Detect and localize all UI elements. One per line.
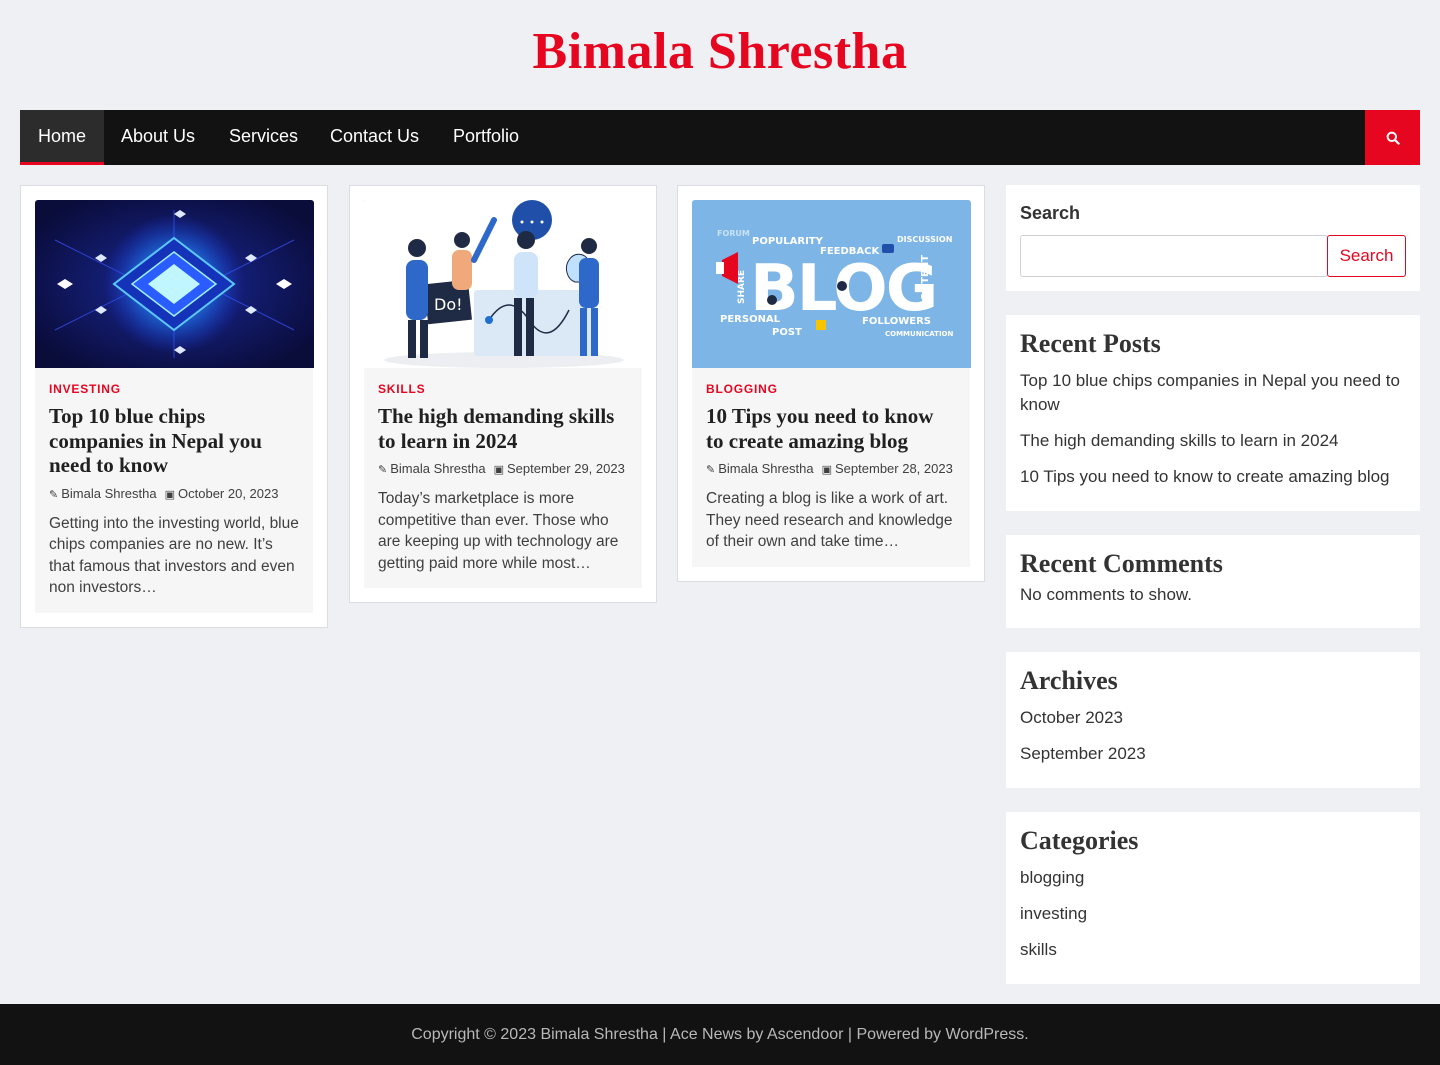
post-title[interactable]: Top 10 blue chips companies in Nepal you…: [49, 404, 299, 478]
nav-item-services[interactable]: Services: [211, 110, 316, 165]
search-icon: [1386, 131, 1400, 145]
edit-icon: ✎: [378, 464, 388, 476]
nav-item-about-us[interactable]: About Us: [103, 110, 213, 165]
word-followers: FOLLOWERS: [862, 316, 931, 327]
post-meta: ✎ Bimala Shrestha ▣ October 20, 2023: [49, 486, 299, 501]
word-share: SHARE: [737, 270, 747, 304]
calendar-icon: ▣: [164, 488, 176, 501]
recent-posts-widget: Recent Posts Top 10 blue chips companies…: [1006, 315, 1420, 511]
nav-item-portfolio[interactable]: Portfolio: [435, 110, 537, 165]
nav-search-button[interactable]: [1365, 110, 1420, 165]
footer-separator: |: [843, 1026, 857, 1043]
main-navigation: Home About Us Services Contact Us Portfo…: [20, 110, 1420, 165]
word-communication: COMMUNICATION: [885, 330, 954, 338]
archive-link[interactable]: October 2023: [1020, 706, 1406, 730]
site-footer: Copyright © 2023 Bimala Shrestha | Ace N…: [0, 1004, 1440, 1065]
post-excerpt: Today’s marketplace is more competitive …: [378, 490, 619, 572]
post-date[interactable]: September 29, 2023: [507, 461, 625, 476]
footer-period: .: [1024, 1026, 1029, 1043]
word-forum: FORUM: [717, 229, 750, 238]
footer-copyright: Copyright © 2023 Bimala Shrestha: [411, 1026, 658, 1043]
word-personal: PERSONAL: [720, 314, 781, 325]
post-date[interactable]: October 20, 2023: [178, 486, 278, 501]
category-link[interactable]: skills: [1020, 938, 1406, 962]
calendar-icon: ▣: [493, 464, 505, 476]
nav-item-home[interactable]: Home: [20, 110, 105, 165]
post-author[interactable]: Bimala Shrestha: [61, 486, 156, 501]
archives-heading: Archives: [1020, 666, 1118, 695]
footer-author-link[interactable]: Ascendoor: [767, 1026, 844, 1043]
post-author[interactable]: Bimala Shrestha: [390, 461, 485, 476]
post-card: Do! SKILLS The high demanding skills to …: [349, 185, 657, 603]
post-title[interactable]: 10 Tips you need to know to create amazi…: [706, 404, 956, 453]
word-popularity: POPULARITY: [752, 236, 824, 247]
post-thumbnail-chip[interactable]: [35, 200, 314, 368]
word-post: POST: [772, 327, 802, 338]
post-meta: ✎ Bimala Shrestha ▣ September 28, 2023: [706, 461, 956, 476]
post-card: POPULARITY FEEDBACK DISCUSSION FORUM BLO…: [677, 185, 985, 582]
post-meta: ✎ Bimala Shrestha ▣ September 29, 2023: [378, 461, 628, 476]
recent-posts-heading: Recent Posts: [1020, 329, 1161, 358]
post-author[interactable]: Bimala Shrestha: [718, 461, 813, 476]
archives-widget: Archives October 2023 September 2023: [1006, 652, 1420, 788]
search-widget: Search Search: [1006, 185, 1420, 291]
post-excerpt: Creating a blog is like a work of art. T…: [706, 490, 953, 550]
categories-heading: Categories: [1020, 826, 1139, 855]
word-discussion: DISCUSSION: [897, 235, 952, 244]
edit-icon: ✎: [706, 464, 716, 476]
word-content: CONTENT: [920, 255, 931, 308]
footer-theme-link[interactable]: Ace News: [670, 1026, 742, 1043]
post-card: INVESTING Top 10 blue chips companies in…: [20, 185, 328, 628]
do-sign-text: Do!: [434, 295, 463, 314]
nav-item-contact-us[interactable]: Contact Us: [312, 110, 437, 165]
footer-wordpress-link[interactable]: WordPress: [945, 1026, 1024, 1043]
categories-widget: Categories blogging investing skills: [1006, 812, 1420, 984]
search-input[interactable]: [1020, 235, 1328, 277]
footer-separator: |: [657, 1026, 671, 1043]
post-category[interactable]: INVESTING: [49, 382, 121, 396]
recent-comments-heading: Recent Comments: [1020, 549, 1223, 578]
calendar-icon: ▣: [821, 464, 833, 476]
post-date[interactable]: September 28, 2023: [835, 461, 953, 476]
footer-powered-text: Powered by: [856, 1026, 946, 1043]
post-thumbnail-blog[interactable]: POPULARITY FEEDBACK DISCUSSION FORUM BLO…: [692, 200, 971, 368]
recent-post-link[interactable]: The high demanding skills to learn in 20…: [1020, 429, 1406, 453]
footer-by-text: by: [742, 1026, 767, 1043]
post-category[interactable]: SKILLS: [378, 382, 425, 396]
recent-post-link[interactable]: Top 10 blue chips companies in Nepal you…: [1020, 369, 1406, 417]
post-title[interactable]: The high demanding skills to learn in 20…: [378, 404, 628, 453]
post-excerpt: Getting into the investing world, blue c…: [49, 514, 299, 597]
category-link[interactable]: blogging: [1020, 866, 1406, 890]
post-thumbnail-skills[interactable]: Do!: [364, 200, 643, 368]
archive-link[interactable]: September 2023: [1020, 742, 1406, 766]
site-title[interactable]: Bimala Shrestha: [0, 22, 1440, 81]
edit-icon: ✎: [49, 488, 59, 501]
post-category[interactable]: BLOGGING: [706, 382, 778, 396]
search-button[interactable]: Search: [1327, 235, 1406, 277]
search-label: Search: [1020, 203, 1081, 223]
recent-comments-widget: Recent Comments No comments to show.: [1006, 535, 1420, 628]
category-link[interactable]: investing: [1020, 902, 1406, 926]
recent-post-link[interactable]: 10 Tips you need to know to create amazi…: [1020, 465, 1406, 489]
no-comments-text: No comments to show.: [1020, 585, 1192, 604]
